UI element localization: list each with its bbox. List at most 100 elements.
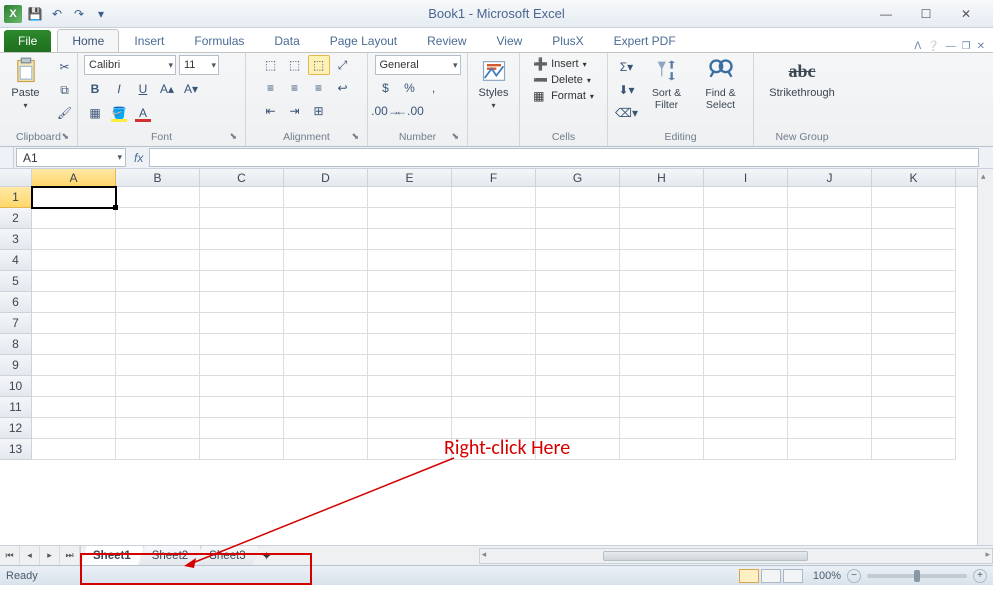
zoom-level[interactable]: 100% xyxy=(813,570,841,582)
cell-G11[interactable] xyxy=(536,397,620,418)
cell-C6[interactable] xyxy=(200,292,284,313)
file-tab[interactable]: File xyxy=(4,30,51,52)
cell-J9[interactable] xyxy=(788,355,872,376)
cell-K5[interactable] xyxy=(872,271,956,292)
cell-D7[interactable] xyxy=(284,313,368,334)
cell-C5[interactable] xyxy=(200,271,284,292)
cell-D9[interactable] xyxy=(284,355,368,376)
cell-D6[interactable] xyxy=(284,292,368,313)
decrease-indent-icon[interactable]: ⇤ xyxy=(260,101,282,121)
normal-view-icon[interactable] xyxy=(739,569,759,583)
strikethrough-button[interactable]: abc Strikethrough xyxy=(760,55,844,99)
cell-J4[interactable] xyxy=(788,250,872,271)
cell-H11[interactable] xyxy=(620,397,704,418)
cell-J13[interactable] xyxy=(788,439,872,460)
clear-icon[interactable]: ⌫▾ xyxy=(616,103,638,123)
cell-B11[interactable] xyxy=(116,397,200,418)
cell-H7[interactable] xyxy=(620,313,704,334)
cell-K9[interactable] xyxy=(872,355,956,376)
maximize-button[interactable]: ☐ xyxy=(915,3,937,25)
delete-cells-button[interactable]: Delete xyxy=(551,74,583,86)
cell-G10[interactable] xyxy=(536,376,620,397)
cell-F5[interactable] xyxy=(452,271,536,292)
cell-C3[interactable] xyxy=(200,229,284,250)
new-sheet-icon[interactable]: ✦ xyxy=(255,546,279,565)
cell-K12[interactable] xyxy=(872,418,956,439)
row-header-13[interactable]: 13 xyxy=(0,439,32,460)
styles-button[interactable]: Styles ▾ xyxy=(470,55,518,110)
col-header-C[interactable]: C xyxy=(200,169,284,186)
cell-F9[interactable] xyxy=(452,355,536,376)
cell-C9[interactable] xyxy=(200,355,284,376)
cell-H1[interactable] xyxy=(620,187,704,208)
cell-H6[interactable] xyxy=(620,292,704,313)
cell-B1[interactable] xyxy=(116,187,200,208)
row-header-1[interactable]: 1 xyxy=(0,187,32,208)
scroll-thumb[interactable] xyxy=(603,551,808,561)
align-middle-icon[interactable]: ⬚ xyxy=(284,55,306,75)
font-launcher-icon[interactable]: ⬊ xyxy=(229,131,237,142)
cell-C7[interactable] xyxy=(200,313,284,334)
align-center-icon[interactable]: ≡ xyxy=(284,78,306,98)
cell-K2[interactable] xyxy=(872,208,956,229)
cell-D10[interactable] xyxy=(284,376,368,397)
wb-restore-icon[interactable]: ❐ xyxy=(962,41,971,52)
cell-K1[interactable] xyxy=(872,187,956,208)
align-top-icon[interactable]: ⬚ xyxy=(260,55,282,75)
number-format-combo[interactable]: General xyxy=(375,55,461,75)
cell-C11[interactable] xyxy=(200,397,284,418)
cell-H9[interactable] xyxy=(620,355,704,376)
cell-F7[interactable] xyxy=(452,313,536,334)
cell-G3[interactable] xyxy=(536,229,620,250)
cell-A9[interactable] xyxy=(32,355,116,376)
cell-G9[interactable] xyxy=(536,355,620,376)
undo-icon[interactable]: ↶ xyxy=(48,5,66,23)
select-all-corner[interactable] xyxy=(0,169,32,186)
fill-icon[interactable]: ⬇▾ xyxy=(616,80,638,100)
row-header-5[interactable]: 5 xyxy=(0,271,32,292)
cell-A7[interactable] xyxy=(32,313,116,334)
help-icon[interactable]: ❔ xyxy=(927,41,939,52)
increase-indent-icon[interactable]: ⇥ xyxy=(284,101,306,121)
cell-D4[interactable] xyxy=(284,250,368,271)
close-button[interactable]: ✕ xyxy=(955,3,977,25)
cell-A13[interactable] xyxy=(32,439,116,460)
cell-H13[interactable] xyxy=(620,439,704,460)
cell-E2[interactable] xyxy=(368,208,452,229)
cell-A3[interactable] xyxy=(32,229,116,250)
page-break-view-icon[interactable] xyxy=(783,569,803,583)
cell-C12[interactable] xyxy=(200,418,284,439)
cell-A5[interactable] xyxy=(32,271,116,292)
cell-K4[interactable] xyxy=(872,250,956,271)
accounting-format-icon[interactable]: $ xyxy=(375,78,397,98)
cell-D12[interactable] xyxy=(284,418,368,439)
cell-B13[interactable] xyxy=(116,439,200,460)
insert-cells-icon[interactable]: ➕ xyxy=(533,57,549,71)
tab-data[interactable]: Data xyxy=(259,29,314,52)
cell-H3[interactable] xyxy=(620,229,704,250)
decrease-decimal-icon[interactable]: ←.00 xyxy=(399,101,421,121)
row-header-8[interactable]: 8 xyxy=(0,334,32,355)
tab-expert-pdf[interactable]: Expert PDF xyxy=(599,29,691,52)
cell-I8[interactable] xyxy=(704,334,788,355)
format-painter-icon[interactable]: 🖌 xyxy=(54,103,76,123)
tab-view[interactable]: View xyxy=(482,29,538,52)
col-header-K[interactable]: K xyxy=(872,169,956,186)
cell-D11[interactable] xyxy=(284,397,368,418)
cell-A1[interactable] xyxy=(32,187,116,208)
cell-G4[interactable] xyxy=(536,250,620,271)
formula-input[interactable] xyxy=(149,148,979,167)
tab-page-layout[interactable]: Page Layout xyxy=(315,29,412,52)
zoom-slider-knob[interactable] xyxy=(914,570,920,582)
cell-B8[interactable] xyxy=(116,334,200,355)
cell-I13[interactable] xyxy=(704,439,788,460)
tab-plusx[interactable]: PlusX xyxy=(537,29,598,52)
cell-K7[interactable] xyxy=(872,313,956,334)
cell-A2[interactable] xyxy=(32,208,116,229)
cell-E11[interactable] xyxy=(368,397,452,418)
cell-E1[interactable] xyxy=(368,187,452,208)
cell-G5[interactable] xyxy=(536,271,620,292)
cell-I5[interactable] xyxy=(704,271,788,292)
cell-B2[interactable] xyxy=(116,208,200,229)
cell-E12[interactable] xyxy=(368,418,452,439)
